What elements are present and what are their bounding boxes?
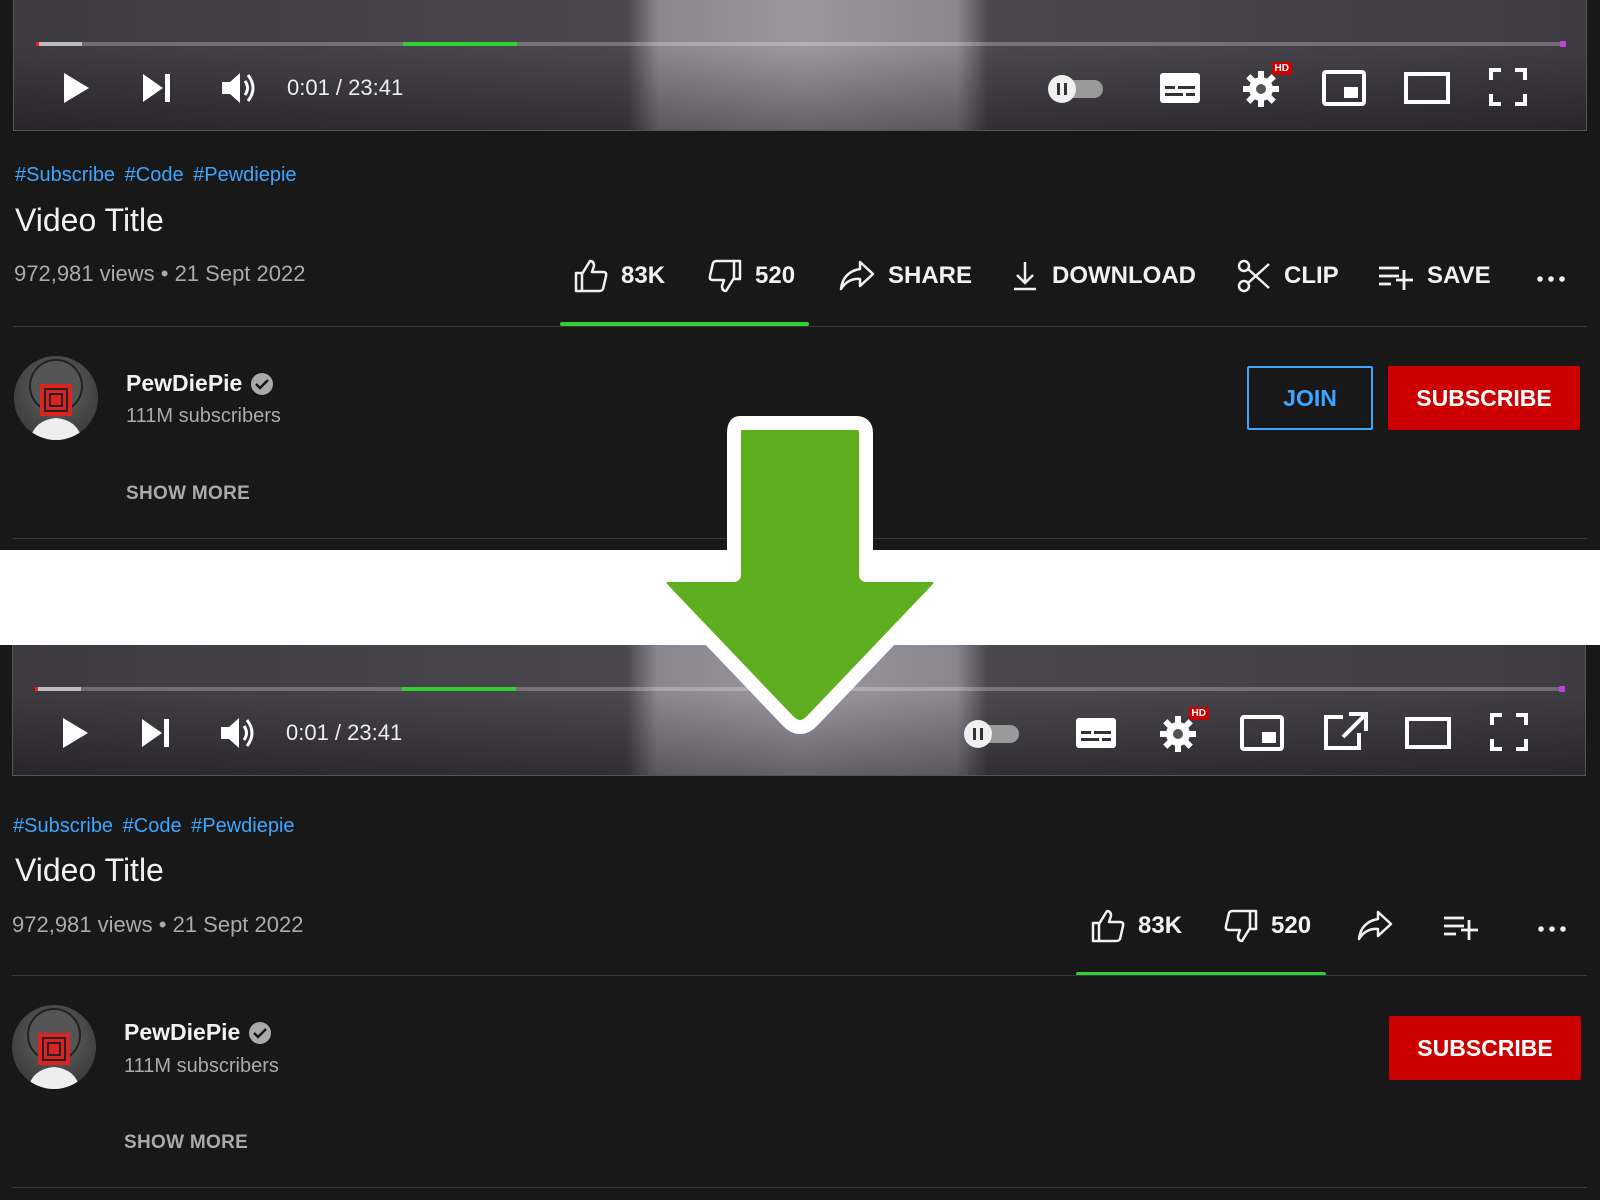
hashtags: #Subscribe #Code #Pewdiepie bbox=[15, 164, 301, 187]
theater-icon[interactable] bbox=[1404, 72, 1450, 104]
dislike-button[interactable]: 520 bbox=[1223, 908, 1311, 944]
volume-icon[interactable] bbox=[218, 715, 258, 751]
time-display: 0:01 / 23:41 bbox=[286, 720, 403, 745]
time-display: 0:01 / 23:41 bbox=[287, 75, 404, 100]
verified-icon bbox=[249, 1021, 272, 1044]
volume-icon[interactable] bbox=[219, 70, 259, 106]
download-button[interactable]: DOWNLOAD bbox=[1010, 258, 1196, 294]
more-icon bbox=[1537, 276, 1565, 282]
play-icon[interactable] bbox=[60, 70, 92, 106]
dislike-button[interactable]: 520 bbox=[707, 258, 795, 294]
more-actions-button[interactable] bbox=[1536, 258, 1578, 294]
more-icon bbox=[1538, 926, 1566, 932]
highlight-segment bbox=[402, 42, 518, 46]
join-button[interactable]: JOIN bbox=[1247, 366, 1373, 430]
playlist-add-icon bbox=[1444, 916, 1478, 940]
subscriber-count: 111M subscribers bbox=[126, 405, 281, 427]
hashtag-link[interactable]: #Code bbox=[125, 164, 184, 186]
video-meta: 972,981 views • 21 Sept 2022 bbox=[14, 261, 306, 286]
save-label: SAVE bbox=[1427, 262, 1491, 289]
clip-label: CLIP bbox=[1284, 262, 1339, 289]
popout-icon[interactable] bbox=[1323, 711, 1369, 751]
down-arrow-icon bbox=[650, 415, 950, 745]
next-icon[interactable] bbox=[139, 717, 173, 749]
hashtag-link[interactable]: #Pewdiepie bbox=[193, 164, 296, 186]
hd-badge: HD bbox=[1188, 707, 1209, 720]
hashtag-link[interactable]: #Code bbox=[123, 815, 182, 837]
video-player[interactable]: 0:01 / 23:41 HD bbox=[13, 0, 1587, 131]
fullscreen-icon[interactable] bbox=[1489, 68, 1527, 106]
share-icon bbox=[839, 260, 875, 291]
share-icon bbox=[1357, 910, 1393, 941]
avatar[interactable] bbox=[14, 356, 98, 440]
autoplay-toggle[interactable] bbox=[963, 719, 1023, 749]
download-icon bbox=[1014, 262, 1036, 291]
share-button[interactable]: SHARE bbox=[838, 258, 972, 294]
divider bbox=[12, 975, 1587, 976]
subtitles-icon[interactable] bbox=[1075, 717, 1117, 749]
thumbs-down-icon bbox=[708, 259, 742, 293]
subscriber-count: 111M subscribers bbox=[124, 1055, 279, 1077]
miniplayer-icon[interactable] bbox=[1240, 715, 1284, 751]
show-more-button[interactable]: SHOW MORE bbox=[126, 483, 250, 505]
dislike-count: 520 bbox=[1271, 912, 1312, 939]
divider bbox=[13, 326, 1587, 327]
like-count: 83K bbox=[621, 262, 666, 289]
thumbs-up-icon bbox=[574, 259, 608, 293]
hashtag-link[interactable]: #Subscribe bbox=[13, 815, 113, 837]
avatar[interactable] bbox=[12, 1005, 96, 1089]
like-button[interactable]: 83K bbox=[1090, 908, 1182, 944]
divider bbox=[12, 1187, 1587, 1188]
subscribe-button[interactable]: SUBSCRIBE bbox=[1389, 1016, 1581, 1080]
video-title: Video Title bbox=[15, 852, 164, 888]
avatar-image bbox=[29, 359, 83, 440]
settings-icon[interactable]: HD bbox=[1242, 62, 1292, 108]
autoplay-toggle[interactable] bbox=[1047, 74, 1107, 104]
miniplayer-icon[interactable] bbox=[1322, 70, 1366, 106]
playlist-add-icon bbox=[1379, 266, 1413, 290]
highlight-segment bbox=[401, 687, 517, 691]
hashtag-link[interactable]: #Subscribe bbox=[15, 164, 115, 186]
download-label: DOWNLOAD bbox=[1052, 262, 1196, 289]
hashtag-link[interactable]: #Pewdiepie bbox=[191, 815, 294, 837]
more-actions-button[interactable] bbox=[1537, 908, 1579, 944]
thumbs-down-icon bbox=[1224, 909, 1258, 943]
play-icon[interactable] bbox=[59, 715, 91, 751]
dislike-count: 520 bbox=[755, 262, 796, 289]
share-label: SHARE bbox=[888, 262, 973, 289]
scissors-icon bbox=[1237, 259, 1270, 293]
like-button[interactable]: 83K bbox=[573, 258, 665, 294]
channel-name[interactable]: PewDiePie bbox=[126, 370, 274, 397]
hd-badge: HD bbox=[1271, 62, 1292, 75]
avatar-image bbox=[27, 1008, 81, 1089]
channel-name[interactable]: PewDiePie bbox=[124, 1019, 272, 1046]
hashtags: #Subscribe #Code #Pewdiepie bbox=[13, 815, 299, 838]
video-meta: 972,981 views • 21 Sept 2022 bbox=[12, 912, 304, 937]
share-button[interactable] bbox=[1356, 908, 1406, 944]
show-more-button[interactable]: SHOW MORE bbox=[124, 1132, 248, 1154]
verified-icon bbox=[251, 372, 274, 395]
fullscreen-icon[interactable] bbox=[1490, 713, 1528, 751]
subscribe-button[interactable]: SUBSCRIBE bbox=[1388, 366, 1580, 430]
video-title: Video Title bbox=[15, 202, 164, 238]
thumbs-up-icon bbox=[1091, 909, 1125, 943]
next-icon[interactable] bbox=[140, 72, 174, 104]
theater-icon[interactable] bbox=[1405, 717, 1451, 749]
progress-bar[interactable] bbox=[36, 41, 1566, 47]
save-button[interactable]: SAVE bbox=[1377, 258, 1491, 294]
like-count: 83K bbox=[1138, 912, 1183, 939]
clip-button[interactable]: CLIP bbox=[1236, 258, 1339, 294]
subtitles-icon[interactable] bbox=[1159, 72, 1201, 104]
settings-icon[interactable]: HD bbox=[1159, 707, 1209, 753]
save-button[interactable] bbox=[1442, 908, 1492, 944]
